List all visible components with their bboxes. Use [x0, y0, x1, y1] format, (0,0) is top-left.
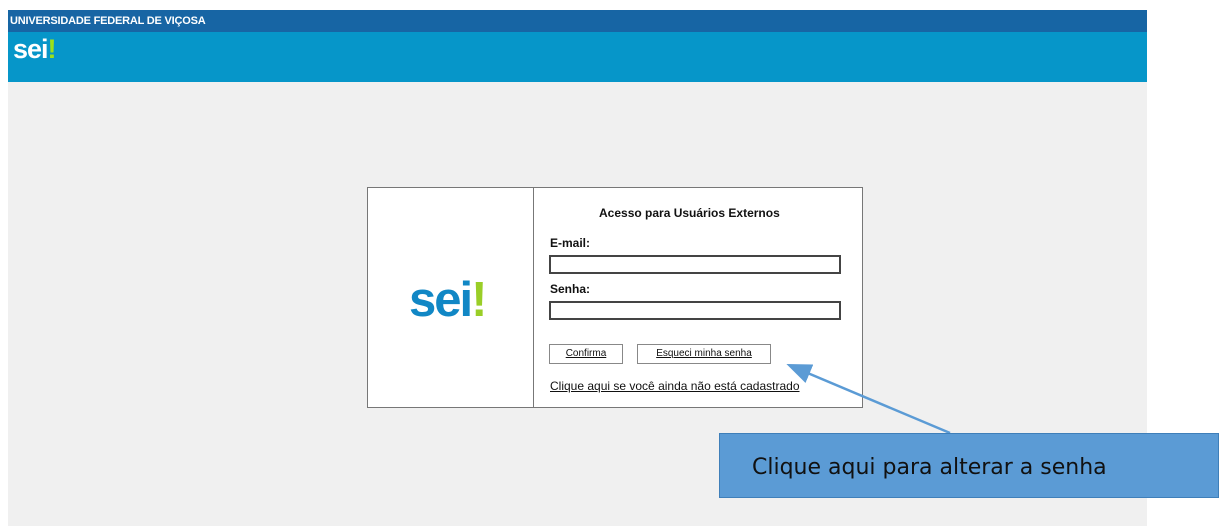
- confirm-button[interactable]: Confirma: [549, 344, 623, 364]
- sei-logo-large: sei!: [409, 273, 488, 327]
- sei-logo-small[interactable]: sei!: [13, 34, 57, 64]
- sei-logo-small-text: sei: [13, 34, 49, 64]
- signup-link[interactable]: Clique aqui se você ainda não está cadas…: [550, 379, 800, 393]
- forgot-password-button[interactable]: Esqueci minha senha: [637, 344, 771, 364]
- login-form-panel: Acesso para Usuários Externos E-mail: Se…: [534, 188, 862, 407]
- login-logo-panel: sei!: [368, 188, 534, 407]
- external-login-box: sei! Acesso para Usuários Externos E-mai…: [367, 187, 863, 408]
- email-label: E-mail:: [550, 236, 591, 250]
- annotation-callout: Clique aqui para alterar a senha: [719, 433, 1219, 498]
- sei-brand-bar: sei!: [8, 32, 1147, 82]
- sei-logo-large-text: sei: [409, 273, 473, 327]
- password-input[interactable]: [549, 301, 841, 320]
- annotation-callout-text: Clique aqui para alterar a senha: [752, 455, 1107, 480]
- login-title: Acesso para Usuários Externos: [599, 206, 780, 220]
- university-bar: UNIVERSIDADE FEDERAL DE VIÇOSA: [8, 10, 1147, 32]
- sei-logo-small-mark: !: [47, 34, 57, 64]
- password-label: Senha:: [550, 282, 591, 296]
- organization-name: UNIVERSIDADE FEDERAL DE VIÇOSA: [10, 15, 206, 27]
- email-input[interactable]: [549, 255, 841, 274]
- sei-logo-large-mark: !: [471, 273, 487, 327]
